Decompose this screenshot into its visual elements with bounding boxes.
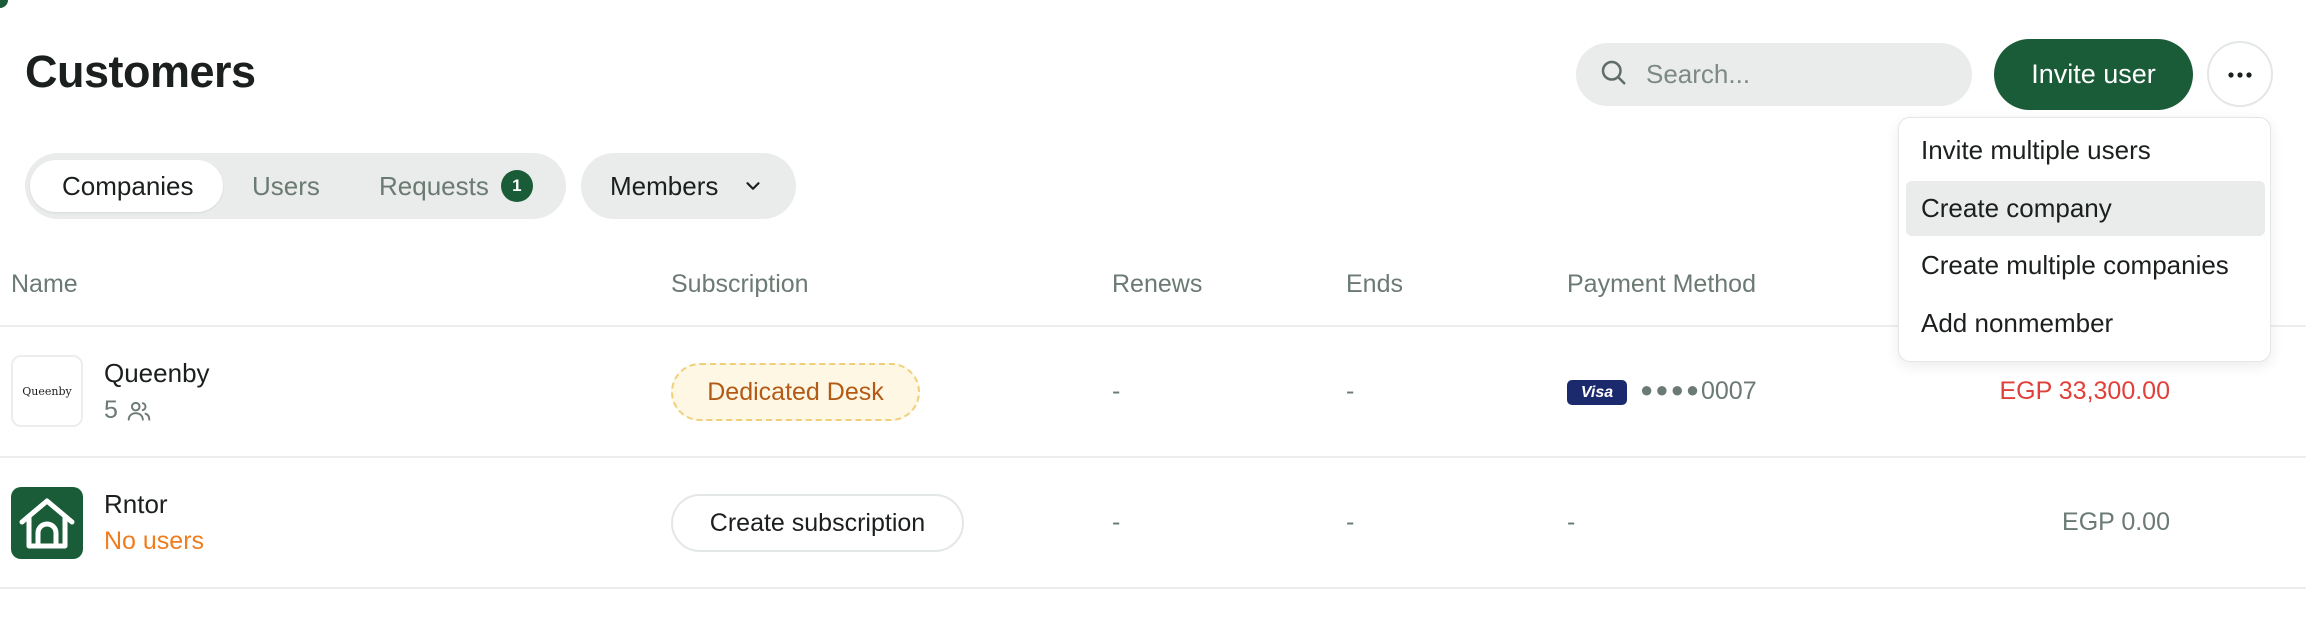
company-name[interactable]: Queenby — [104, 358, 210, 389]
card-mask: ●●●● — [1640, 377, 1702, 402]
row-divider — [0, 456, 2306, 458]
window-corner-accent — [0, 0, 8, 8]
company-logo — [11, 487, 83, 559]
column-header-renews[interactable]: Renews — [1112, 270, 1202, 299]
balance-amount: EGP 33,300.00 — [1999, 377, 2170, 405]
tab-label: Requests — [379, 170, 489, 201]
balance-amount: EGP 0.00 — [2062, 508, 2170, 536]
invite-user-button[interactable]: Invite user — [1994, 39, 2193, 110]
more-options-button[interactable] — [2207, 41, 2273, 107]
subscription-badge[interactable]: Dedicated Desk — [671, 363, 920, 421]
column-header-name[interactable]: Name — [11, 270, 78, 299]
create-subscription-button[interactable]: Create subscription — [671, 494, 964, 552]
tab-label: Users — [252, 170, 320, 201]
menu-item-invite-multiple-users[interactable]: Invite multiple users — [1906, 123, 2265, 178]
house-logo-icon — [19, 498, 75, 549]
page-title: Customers — [25, 46, 256, 97]
renews-value: - — [1112, 508, 1121, 536]
column-header-ends[interactable]: Ends — [1346, 270, 1403, 299]
row-divider — [0, 587, 2306, 589]
ellipsis-icon — [2228, 65, 2252, 83]
company-logo: Queenby — [11, 355, 83, 427]
menu-item-create-company[interactable]: Create company — [1906, 181, 2265, 236]
tab-companies[interactable]: Companies — [30, 160, 223, 212]
members-filter-dropdown[interactable]: Members — [581, 153, 796, 219]
search-icon — [1598, 57, 1628, 92]
tab-label: Companies — [62, 170, 194, 201]
company-logo-text: Queenby — [22, 384, 72, 398]
menu-item-create-multiple-companies[interactable]: Create multiple companies — [1906, 238, 2265, 293]
search-input[interactable] — [1646, 59, 1946, 90]
no-users-label: No users — [104, 527, 205, 555]
tab-users[interactable]: Users — [252, 160, 352, 212]
chevron-down-icon — [746, 182, 760, 190]
search-bar[interactable] — [1576, 43, 1972, 106]
company-user-count: 5 — [104, 396, 152, 425]
column-header-payment-method[interactable]: Payment Method — [1567, 270, 1756, 299]
users-icon — [127, 401, 151, 421]
renews-value: - — [1112, 377, 1121, 405]
requests-count-badge: 1 — [500, 170, 533, 202]
payment-method-value: - — [1567, 508, 1576, 536]
ends-value: - — [1346, 377, 1355, 405]
tab-requests[interactable]: Requests 1 — [379, 160, 559, 212]
menu-item-add-nonmember[interactable]: Add nonmember — [1906, 296, 2265, 351]
customer-tabs: Companies Users Requests 1 — [25, 153, 566, 219]
members-filter-label: Members — [610, 170, 719, 201]
ends-value: - — [1346, 508, 1355, 536]
column-header-subscription[interactable]: Subscription — [671, 270, 809, 299]
card-last4: 0007 — [1701, 377, 1757, 405]
visa-card-icon: Visa — [1567, 380, 1627, 405]
company-name[interactable]: Rntor — [104, 489, 168, 520]
more-options-menu: Invite multiple users Create company Cre… — [1898, 117, 2271, 362]
user-count: 5 — [104, 396, 118, 424]
